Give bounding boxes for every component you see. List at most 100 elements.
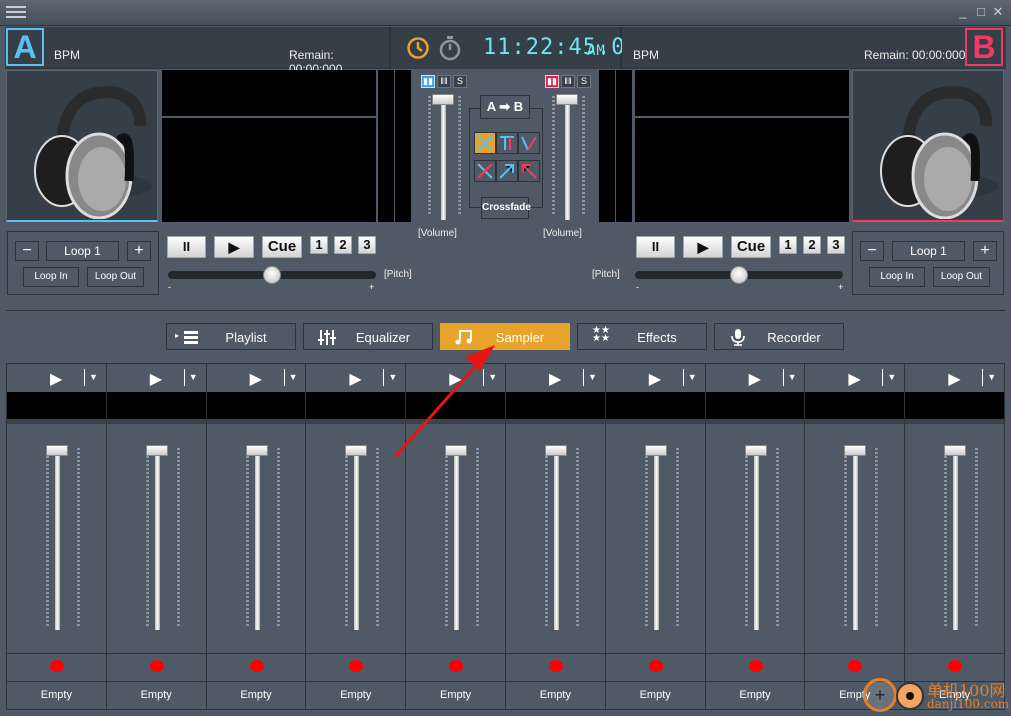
deck-b-hotcue-3[interactable]: 3 — [827, 236, 845, 254]
crossfade-curve-6[interactable] — [518, 160, 540, 182]
sampler-volume-handle[interactable] — [345, 445, 368, 456]
sampler-volume-handle[interactable] — [46, 445, 68, 456]
deck-b-sync-icon[interactable]: S — [577, 75, 591, 88]
sampler-play-button[interactable]: ▶ — [848, 369, 860, 389]
sampler-volume-slider[interactable] — [454, 452, 460, 630]
deck-b-pause-button[interactable]: II — [636, 236, 675, 258]
hamburger-menu-icon[interactable] — [6, 6, 26, 20]
crossfade-curve-5[interactable] — [496, 160, 518, 182]
sampler-volume-slider[interactable] — [554, 452, 559, 630]
sampler-volume-handle[interactable] — [744, 445, 767, 456]
deck-a-volume-handle[interactable] — [432, 94, 454, 105]
sampler-volume-handle[interactable] — [844, 445, 867, 456]
crossfade-curve-2[interactable] — [496, 132, 518, 154]
record-icon[interactable] — [848, 660, 863, 672]
deck-b-waveform-overview[interactable] — [635, 70, 849, 116]
tab-recorder[interactable]: Recorder — [714, 323, 844, 350]
deck-b-spectrum-icon[interactable]: ▮▮ — [545, 75, 559, 88]
sampler-volume-handle[interactable] — [245, 445, 268, 456]
deck-b-loop-out[interactable]: Loop Out — [933, 267, 990, 287]
sampler-dropdown-button[interactable]: ▼ — [189, 372, 198, 382]
sampler-dropdown-button[interactable]: ▼ — [289, 372, 298, 382]
deck-b-cue-button[interactable]: Cue — [731, 236, 771, 258]
deck-b-hotcue-2[interactable]: 2 — [803, 236, 821, 254]
sampler-volume-handle[interactable] — [545, 445, 567, 456]
deck-a-volume-slider[interactable] — [441, 100, 446, 220]
deck-b-loop-select[interactable]: Loop 1 — [892, 241, 965, 261]
stopwatch-icon[interactable] — [438, 35, 462, 61]
sampler-volume-slider[interactable] — [354, 452, 360, 630]
tab-playlist[interactable]: ▸ Playlist — [166, 323, 296, 350]
deck-a-waveform[interactable] — [162, 118, 376, 222]
deck-a-cue-button[interactable]: Cue — [262, 236, 302, 258]
sampler-dropdown-button[interactable]: ▼ — [987, 372, 996, 382]
record-icon[interactable] — [249, 660, 264, 672]
record-icon[interactable] — [50, 660, 64, 672]
deck-a-wave-icon[interactable]: ǁǁ — [437, 75, 451, 88]
deck-a-loop-minus[interactable]: − — [15, 241, 39, 261]
sampler-play-button[interactable]: ▶ — [749, 369, 761, 389]
deck-a-loop-plus[interactable]: + — [127, 241, 151, 261]
sampler-volume-slider[interactable] — [154, 452, 160, 630]
sampler-volume-slider[interactable] — [254, 452, 260, 630]
record-icon[interactable] — [948, 660, 963, 672]
deck-a-hotcue-3[interactable]: 3 — [358, 236, 376, 254]
deck-b-loop-plus[interactable]: + — [973, 241, 997, 261]
record-icon[interactable] — [149, 660, 164, 672]
deck-a-play-button[interactable]: ▶ — [214, 236, 254, 258]
deck-a-spectrum-icon[interactable]: ▮▮ — [421, 75, 435, 88]
record-icon[interactable] — [449, 660, 464, 672]
record-icon[interactable] — [349, 660, 364, 672]
deck-b-wave-icon[interactable]: ǁǁ — [561, 75, 575, 88]
sampler-volume-slider[interactable] — [653, 452, 659, 630]
crossfade-curve-3[interactable] — [518, 132, 540, 154]
sampler-dropdown-button[interactable]: ▼ — [788, 372, 797, 382]
sampler-volume-slider[interactable] — [753, 452, 759, 630]
a-to-b-button[interactable]: A ➡ B — [480, 95, 530, 119]
maximize-button[interactable]: □ — [974, 5, 988, 19]
sampler-volume-handle[interactable] — [644, 445, 667, 456]
deck-a-hotcue-1[interactable]: 1 — [310, 236, 328, 254]
crossfade-curve-4[interactable] — [474, 160, 496, 182]
deck-b-play-button[interactable]: ▶ — [683, 236, 723, 258]
deck-a-pause-button[interactable]: II — [167, 236, 206, 258]
deck-b-pitch-knob[interactable] — [730, 266, 748, 284]
sampler-play-button[interactable]: ▶ — [250, 369, 262, 389]
close-button[interactable]: ✕ — [991, 5, 1005, 19]
sampler-volume-slider[interactable] — [853, 452, 859, 630]
deck-a-waveform-overview[interactable] — [162, 70, 376, 116]
deck-a-hotcue-2[interactable]: 2 — [334, 236, 352, 254]
sampler-play-button[interactable]: ▶ — [349, 369, 361, 389]
sampler-volume-handle[interactable] — [944, 445, 967, 456]
sampler-play-button[interactable]: ▶ — [150, 369, 162, 389]
deck-b-waveform[interactable] — [635, 118, 849, 222]
deck-a-loop-in[interactable]: Loop In — [23, 267, 79, 287]
deck-a-pitch-knob[interactable] — [263, 266, 281, 284]
deck-b-loop-minus[interactable]: − — [860, 241, 884, 261]
sampler-dropdown-button[interactable]: ▼ — [588, 372, 597, 382]
sampler-dropdown-button[interactable]: ▼ — [89, 372, 98, 382]
deck-a-sync-icon[interactable]: S — [453, 75, 467, 88]
sampler-volume-slider[interactable] — [55, 452, 60, 630]
record-icon[interactable] — [648, 660, 663, 672]
sampler-dropdown-button[interactable]: ▼ — [887, 372, 896, 382]
crossfade-button[interactable]: Crossfade — [481, 197, 531, 219]
record-icon[interactable] — [549, 660, 563, 672]
crossfade-curve-1[interactable] — [474, 132, 496, 154]
sampler-play-button[interactable]: ▶ — [948, 369, 960, 389]
deck-b-volume-handle[interactable] — [556, 94, 578, 105]
sampler-play-button[interactable]: ▶ — [50, 369, 62, 389]
deck-b-loop-in[interactable]: Loop In — [869, 267, 925, 287]
record-icon[interactable] — [748, 660, 763, 672]
sampler-volume-slider[interactable] — [953, 452, 959, 630]
clock-icon[interactable] — [406, 36, 430, 60]
sampler-play-button[interactable]: ▶ — [549, 369, 561, 389]
sampler-volume-handle[interactable] — [145, 445, 168, 456]
tab-effects[interactable]: ★★ ★★ Effects — [577, 323, 707, 350]
sampler-play-button[interactable]: ▶ — [649, 369, 661, 389]
deck-a-loop-out[interactable]: Loop Out — [87, 267, 144, 287]
minimize-button[interactable]: _ — [956, 5, 970, 19]
deck-b-hotcue-1[interactable]: 1 — [779, 236, 797, 254]
sampler-dropdown-button[interactable]: ▼ — [688, 372, 697, 382]
deck-b-volume-slider[interactable] — [565, 100, 570, 220]
